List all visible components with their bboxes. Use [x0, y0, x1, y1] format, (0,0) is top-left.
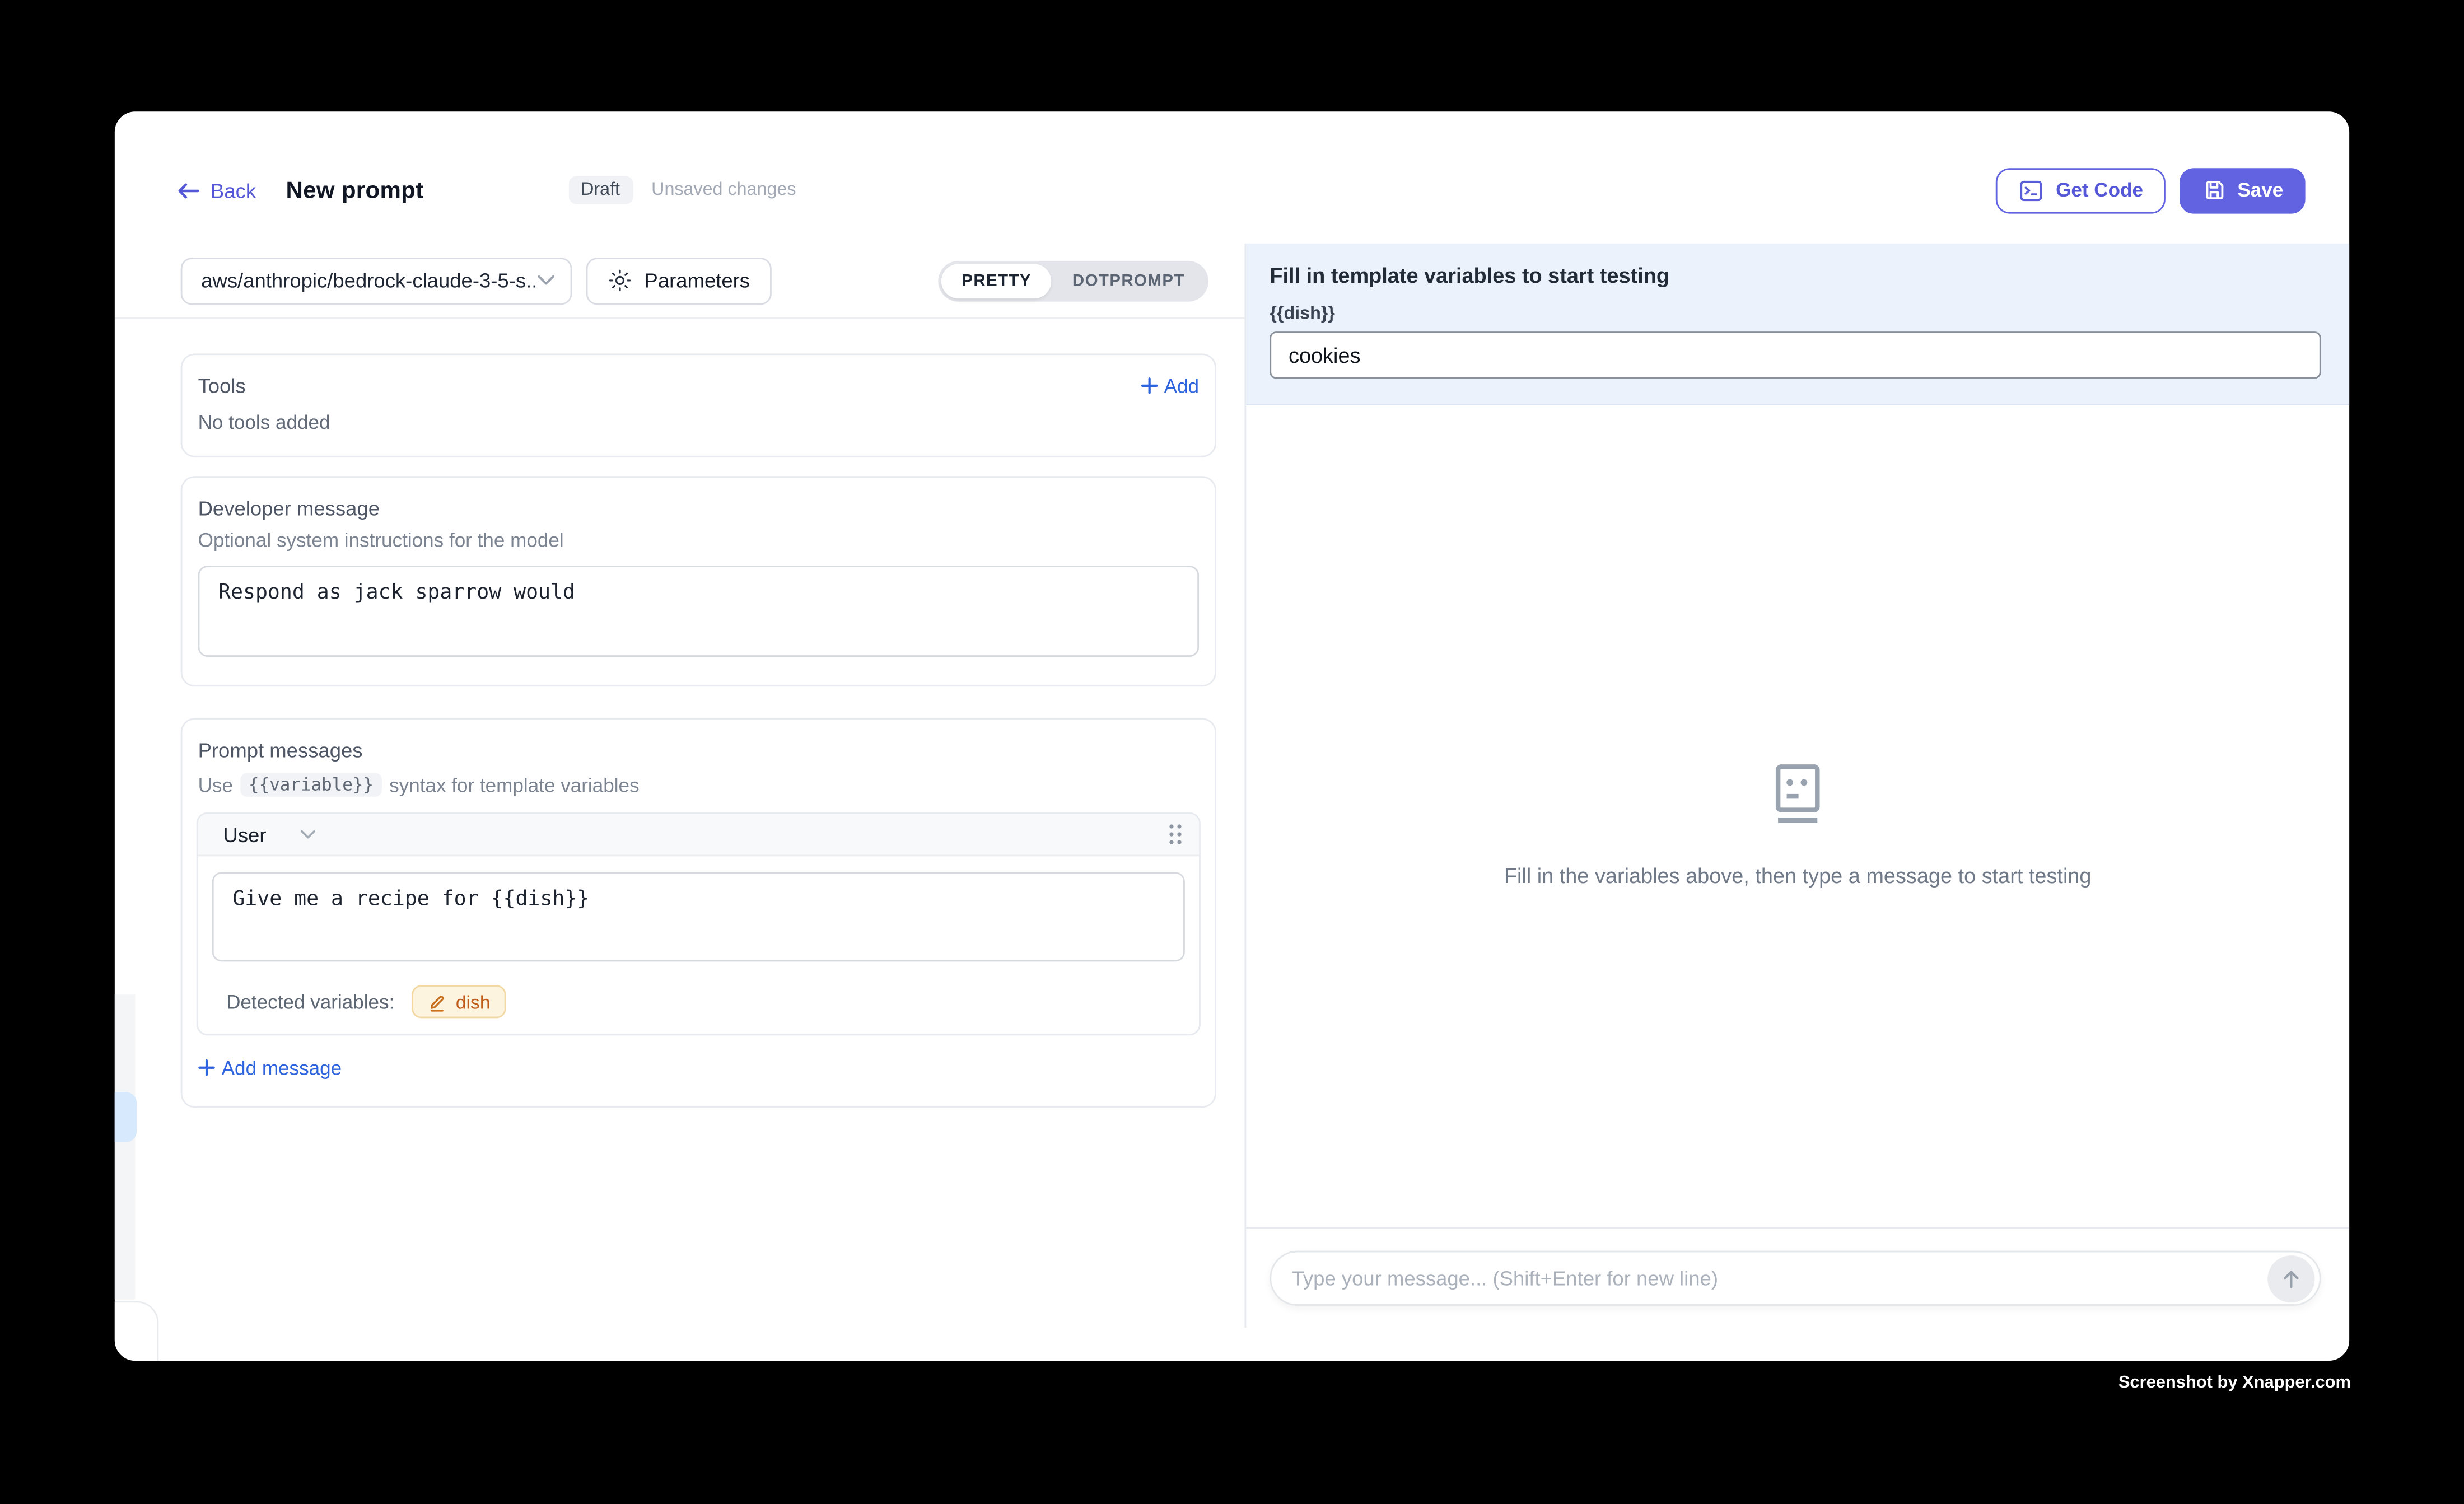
message-block: User Give me a recipe for — [197, 812, 1201, 1035]
left-scrollbar-track[interactable] — [115, 994, 135, 1299]
terminal-icon — [2018, 177, 2045, 204]
variable-value-input[interactable] — [1270, 331, 2321, 379]
message-header: User — [198, 814, 1199, 857]
developer-message-textarea[interactable]: Respond as jack sparrow would — [198, 566, 1199, 657]
get-code-button[interactable]: Get Code — [1996, 167, 2165, 213]
toggle-pretty[interactable]: PRETTY — [941, 263, 1052, 298]
add-tool-button[interactable]: Add — [1141, 375, 1200, 396]
send-button[interactable] — [2267, 1255, 2314, 1302]
page-header: Back New prompt Draft Unsaved changes Ge… — [115, 111, 2349, 244]
tester-header: Fill in template variables to start test… — [1246, 244, 2349, 405]
pencil-icon — [427, 992, 446, 1011]
gear-icon — [608, 269, 632, 292]
plus-icon — [198, 1059, 216, 1076]
chat-message-input[interactable] — [1270, 1251, 2321, 1306]
robot-face-icon — [1766, 764, 1829, 826]
hint-prefix: Use — [198, 774, 233, 796]
developer-subtitle: Optional system instructions for the mod… — [198, 530, 1199, 552]
toggle-dotprompt[interactable]: DOTPROMPT — [1052, 263, 1205, 298]
left-scrollbar-thumb[interactable] — [115, 1092, 137, 1142]
add-message-label: Add message — [222, 1057, 342, 1078]
detected-variables-row: Detected variables: dish — [212, 985, 1185, 1018]
status-badge: Draft — [568, 176, 633, 204]
tester-footer — [1246, 1227, 2349, 1328]
hint-suffix: syntax for template variables — [389, 774, 639, 796]
save-button[interactable]: Save — [2180, 167, 2306, 213]
bottom-left-corner-card — [115, 1301, 159, 1361]
add-message-button[interactable]: Add message — [198, 1057, 342, 1078]
back-arrow-icon — [178, 181, 199, 199]
get-code-label: Get Code — [2056, 179, 2143, 201]
tools-card: Tools Add No tools added — [181, 353, 1216, 457]
chevron-down-icon — [538, 275, 555, 286]
editor-toolbar: aws/anthropic/bedrock-claude-3-5-s... Pa… — [115, 244, 1245, 319]
prompt-editor-panel: aws/anthropic/bedrock-claude-3-5-s... Pa… — [115, 244, 1246, 1328]
variable-syntax-chip: {{variable}} — [241, 773, 381, 797]
save-label: Save — [2237, 179, 2283, 201]
user-message-textarea[interactable]: Give me a recipe for {{dish}} — [212, 872, 1185, 961]
model-select[interactable]: aws/anthropic/bedrock-claude-3-5-s... — [181, 257, 572, 304]
developer-message-card: Developer message Optional system instru… — [181, 476, 1216, 686]
back-button[interactable]: Back — [178, 178, 256, 202]
save-icon — [2201, 178, 2227, 203]
drag-handle-icon[interactable] — [1168, 823, 1183, 845]
role-label: User — [223, 823, 266, 846]
plus-icon — [1141, 377, 1158, 394]
editor-content: Tools Add No tools added Devel — [115, 319, 1245, 1328]
tester-panel: Fill in template variables to start test… — [1246, 244, 2349, 1328]
parameters-button[interactable]: Parameters — [586, 257, 772, 304]
page-title: New prompt — [286, 177, 423, 204]
model-select-value: aws/anthropic/bedrock-claude-3-5-s... — [201, 269, 538, 292]
unsaved-changes-note: Unsaved changes — [651, 181, 796, 200]
tools-empty-text: No tools added — [198, 412, 1199, 433]
chat-input-row — [1270, 1251, 2321, 1306]
view-mode-toggle: PRETTY DOTPROMPT — [938, 260, 1208, 301]
tools-title: Tools — [198, 374, 246, 398]
developer-title: Developer message — [198, 497, 1199, 520]
tester-title: Fill in template variables to start test… — [1270, 264, 2321, 287]
variable-key-label: {{dish}} — [1270, 305, 2321, 324]
arrow-up-icon — [2280, 1267, 2302, 1289]
chevron-down-icon — [301, 830, 316, 839]
add-message-row: Add message — [197, 1056, 1201, 1085]
detected-variables-label: Detected variables: — [226, 991, 394, 1012]
message-body: Give me a recipe for {{dish}} Detected v… — [198, 856, 1199, 1034]
parameters-label: Parameters — [645, 269, 750, 292]
prompt-messages-title: Prompt messages — [197, 739, 1201, 762]
app-window: Back New prompt Draft Unsaved changes Ge… — [115, 111, 2349, 1361]
tester-empty-state: Fill in the variables above, then type a… — [1246, 415, 2349, 1237]
back-label: Back — [211, 178, 256, 202]
variable-chip-label: dish — [456, 991, 491, 1012]
screenshot-stage: Back New prompt Draft Unsaved changes Ge… — [0, 0, 2464, 1504]
prompt-messages-card: Prompt messages Use {{variable}} syntax … — [181, 718, 1216, 1108]
variable-chip-dish[interactable]: dish — [412, 985, 506, 1018]
watermark: Screenshot by Xnapper.com — [2118, 1374, 2351, 1393]
add-tool-label: Add — [1164, 375, 1199, 396]
main-split: aws/anthropic/bedrock-claude-3-5-s... Pa… — [115, 244, 2349, 1328]
header-actions: Get Code Save — [1996, 167, 2305, 213]
template-hint: Use {{variable}} syntax for template var… — [197, 773, 1201, 797]
role-select[interactable]: User — [223, 823, 316, 846]
tester-empty-text: Fill in the variables above, then type a… — [1504, 864, 2092, 888]
